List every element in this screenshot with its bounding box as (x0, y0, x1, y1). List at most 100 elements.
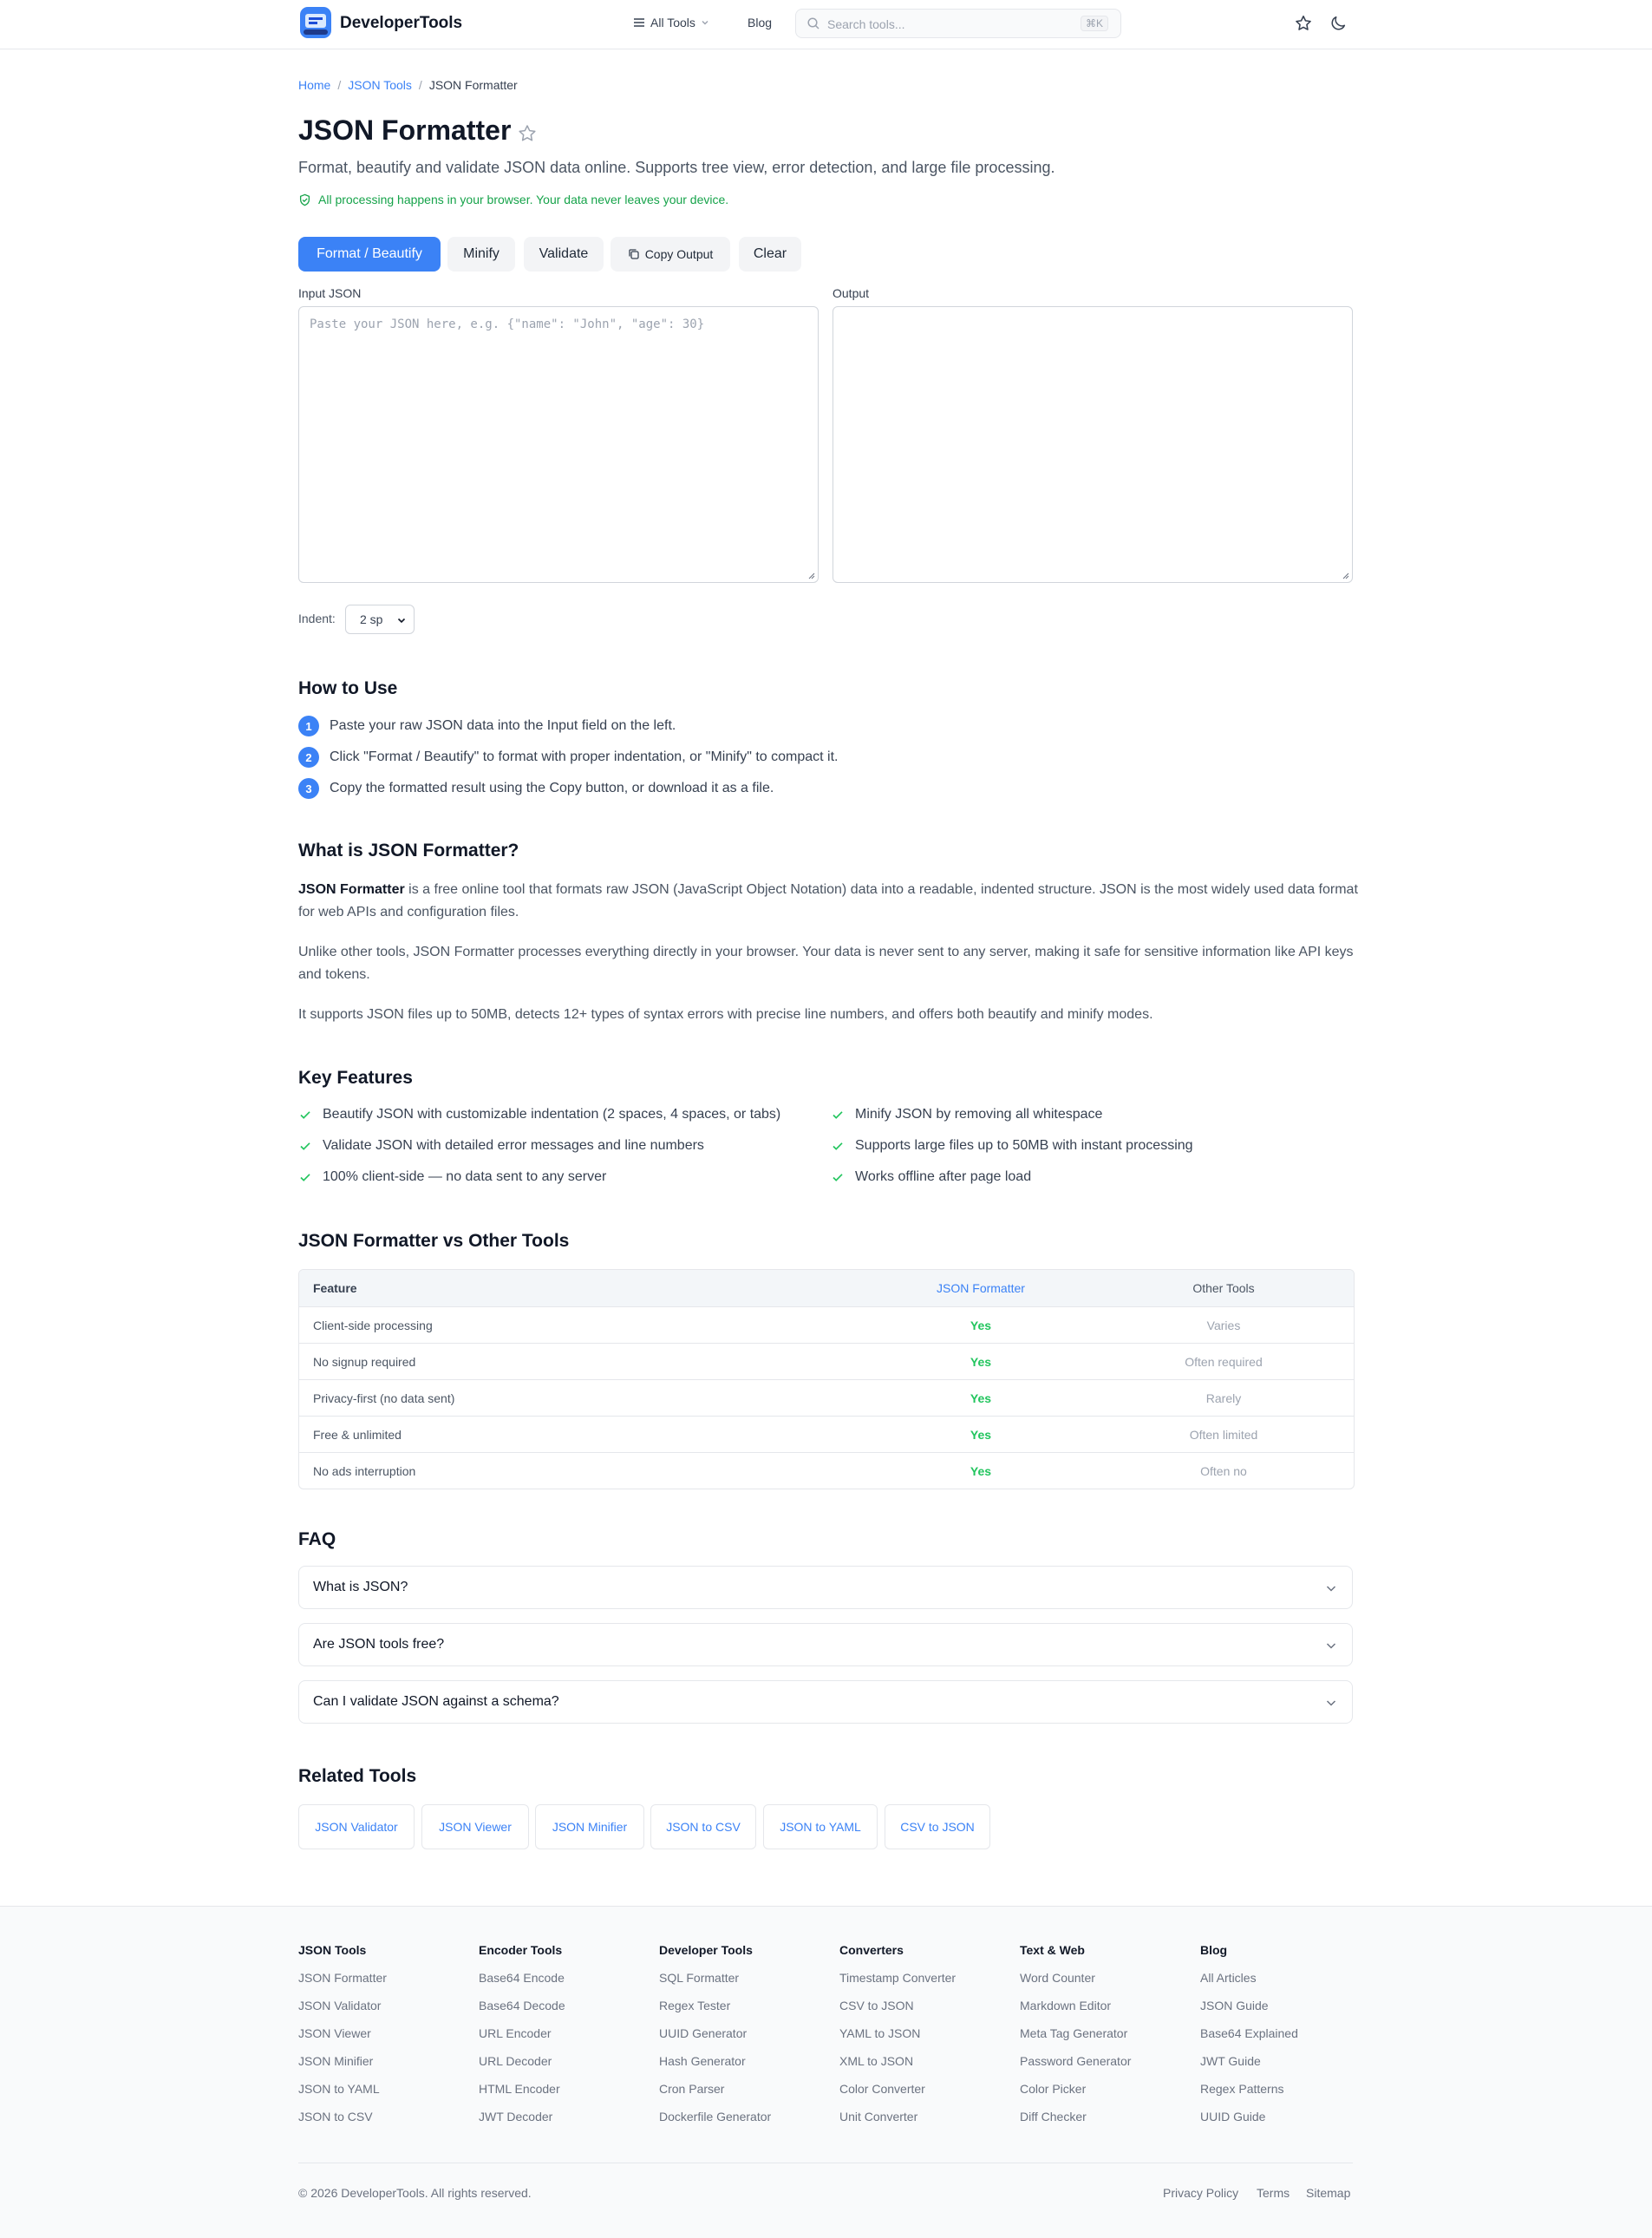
input-json-textarea[interactable]: Paste your JSON here, e.g. {"name": "Joh… (298, 306, 819, 583)
faq-item[interactable]: Can I validate JSON against a schema? (298, 1680, 1353, 1724)
footer-link[interactable]: YAML to JSON (839, 2025, 956, 2052)
footer-link[interactable]: Regex Patterns (1200, 2080, 1298, 2108)
validate-button[interactable]: Validate (524, 237, 604, 272)
footer-link[interactable]: JSON Validator (298, 1997, 387, 2025)
search-shortcut: ⌘K (1080, 16, 1108, 31)
footer-link[interactable]: All Articles (1200, 1969, 1298, 1997)
nav-blog-link[interactable]: Blog (748, 16, 772, 29)
footer-link[interactable]: Word Counter (1020, 1969, 1131, 1997)
footer-link[interactable]: Base64 Encode (479, 1969, 565, 1997)
footer-link[interactable]: Regex Tester (659, 1997, 771, 2025)
all-tools-menu[interactable]: All Tools (633, 16, 709, 29)
footer-link[interactable]: Timestamp Converter (839, 1969, 956, 1997)
footer-link[interactable]: Password Generator (1020, 2052, 1131, 2080)
resize-handle-icon[interactable] (806, 571, 815, 579)
footer-link[interactable]: HTML Encoder (479, 2080, 565, 2108)
footer-link[interactable]: UUID Guide (1200, 2108, 1298, 2136)
footer-link[interactable]: JSON Formatter (298, 1969, 387, 1997)
related-tool-link[interactable]: JSON to CSV (650, 1804, 756, 1849)
related-tool-link[interactable]: JSON Minifier (535, 1804, 644, 1849)
favorites-star-icon[interactable] (1294, 14, 1313, 33)
breadcrumb: Home / JSON Tools / JSON Formatter (298, 78, 518, 92)
resize-handle-icon[interactable] (1341, 571, 1349, 579)
breadcrumb-home[interactable]: Home (298, 78, 330, 92)
footer-link[interactable]: Color Converter (839, 2080, 956, 2108)
comparison-heading: JSON Formatter vs Other Tools (298, 1231, 570, 1251)
table-cell: Varies (1206, 1318, 1241, 1332)
footer-link[interactable]: Diff Checker (1020, 2108, 1131, 2136)
all-tools-label: All Tools (650, 16, 695, 29)
faq-item[interactable]: Are JSON tools free? (298, 1623, 1353, 1666)
footer-sitemap-link[interactable]: Sitemap (1306, 2186, 1350, 2200)
footer-column-title: Encoder Tools (479, 1943, 563, 1957)
logo-icon[interactable] (300, 7, 331, 38)
search-input[interactable]: Search tools... (827, 17, 905, 31)
search-box[interactable]: Search tools... ⌘K (795, 9, 1121, 38)
table-cell: No signup required (313, 1354, 416, 1369)
footer-link[interactable]: JSON Minifier (298, 2052, 387, 2080)
clear-button[interactable]: Clear (739, 237, 801, 272)
footer-link[interactable]: Hash Generator (659, 2052, 771, 2080)
footer-link[interactable]: Markdown Editor (1020, 1997, 1131, 2025)
table-row: Privacy-first (no data sent) Yes Rarely (299, 1379, 1354, 1416)
footer-link[interactable]: JSON to YAML (298, 2080, 387, 2108)
footer-link[interactable]: Cron Parser (659, 2080, 771, 2108)
favorite-star-icon[interactable] (517, 123, 538, 144)
related-tool-link[interactable]: JSON to YAML (763, 1804, 878, 1849)
footer-link[interactable]: JWT Decoder (479, 2108, 565, 2136)
how-to-step: 3 Copy the formatted result using the Cop… (298, 778, 774, 799)
footer-link[interactable]: Color Picker (1020, 2080, 1131, 2108)
faq-item[interactable]: What is JSON? (298, 1566, 1353, 1609)
footer-link[interactable]: JSON Viewer (298, 2025, 387, 2052)
footer-privacy-link[interactable]: Privacy Policy (1163, 2186, 1238, 2200)
output-textarea[interactable] (833, 306, 1353, 583)
footer-link[interactable]: Dockerfile Generator (659, 2108, 771, 2136)
footer-link[interactable]: Unit Converter (839, 2108, 956, 2136)
footer-link[interactable]: URL Encoder (479, 2025, 565, 2052)
footer-column-text-web: Text & Web Word Counter Markdown Editor … (1020, 1943, 1131, 2136)
footer-link[interactable]: JSON to CSV (298, 2108, 387, 2136)
minify-button[interactable]: Minify (447, 237, 515, 272)
related-tool-link[interactable]: CSV to JSON (885, 1804, 990, 1849)
table-cell: Yes (970, 1354, 992, 1369)
footer-link[interactable]: Meta Tag Generator (1020, 2025, 1131, 2052)
dark-mode-moon-icon[interactable] (1329, 14, 1348, 33)
table-cell: Often no (1200, 1463, 1247, 1478)
format-beautify-button[interactable]: Format / Beautify (298, 237, 441, 272)
footer-link[interactable]: SQL Formatter (659, 1969, 771, 1997)
footer-link[interactable]: CSV to JSON (839, 1997, 956, 2025)
table-cell: Yes (970, 1427, 992, 1442)
related-tool-link[interactable]: JSON Validator (298, 1804, 415, 1849)
privacy-note: All processing happens in your browser. … (298, 193, 728, 206)
check-icon (300, 1142, 310, 1150)
copy-icon (629, 249, 639, 259)
page-title: JSON Formatter (298, 115, 512, 146)
what-is-paragraph: JSON Formatter is a free online tool tha… (298, 879, 1358, 924)
footer-link[interactable]: URL Decoder (479, 2052, 565, 2080)
footer-link[interactable]: XML to JSON (839, 2052, 956, 2080)
footer-link[interactable]: Base64 Decode (479, 1997, 565, 2025)
indent-select[interactable]: 2 sp (345, 605, 415, 634)
chevron-down-icon (1326, 1643, 1336, 1649)
feature-item: Minify JSON by removing all whitespace (831, 1107, 1102, 1122)
table-row: No ads interruption Yes Often no (299, 1452, 1354, 1489)
privacy-note-text: All processing happens in your browser. … (318, 193, 729, 206)
footer-column-title: Converters (839, 1943, 904, 1957)
footer-terms-link[interactable]: Terms (1257, 2186, 1290, 2200)
menu-icon (634, 18, 644, 27)
copy-output-button[interactable]: Copy Output (611, 237, 730, 272)
table-header-row: Feature JSON Formatter Other Tools (299, 1270, 1354, 1306)
brand-name[interactable]: DeveloperTools (340, 14, 462, 33)
how-to-step: 2 Click "Format / Beautify" to format wit… (298, 747, 839, 768)
footer-link[interactable]: UUID Generator (659, 2025, 771, 2052)
footer-column-title: Blog (1200, 1943, 1228, 1957)
breadcrumb-json-tools[interactable]: JSON Tools (348, 78, 412, 92)
footer-column-title: JSON Tools (298, 1943, 367, 1957)
related-tool-link[interactable]: JSON Viewer (421, 1804, 529, 1849)
footer-link[interactable]: Base64 Explained (1200, 2025, 1298, 2052)
table-cell: Free & unlimited (313, 1427, 402, 1442)
footer-link[interactable]: JWT Guide (1200, 2052, 1298, 2080)
input-json-placeholder: Paste your JSON here, e.g. {"name": "Joh… (310, 317, 705, 331)
footer-link[interactable]: JSON Guide (1200, 1997, 1298, 2025)
chevron-down-icon (702, 21, 708, 25)
